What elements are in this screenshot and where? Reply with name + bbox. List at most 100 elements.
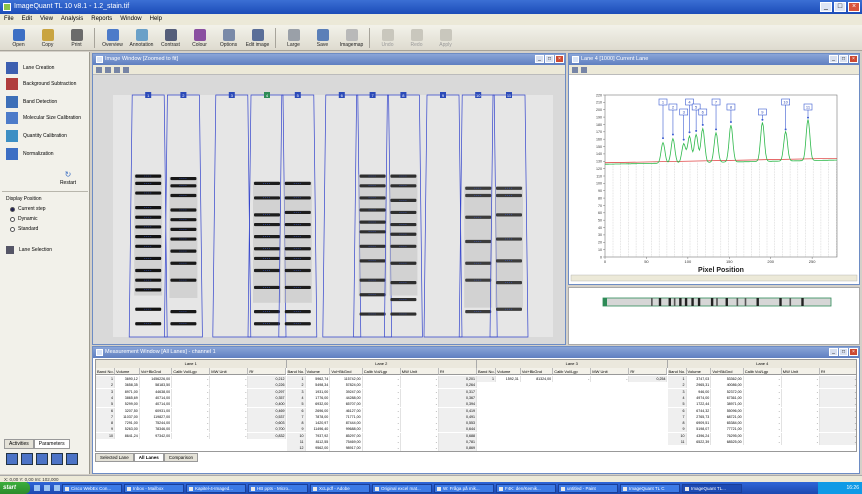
table-cell[interactable]: -	[363, 439, 401, 445]
tab-selected-lane[interactable]: Selected Lane	[95, 453, 134, 462]
column-header[interactable]: Band No.	[667, 368, 687, 375]
export-icon[interactable]	[66, 453, 78, 465]
taskbar-task[interactable]: W: Fråga på mik...	[434, 483, 494, 493]
table-cell[interactable]: 8	[286, 420, 306, 427]
toolbar-button-copy[interactable]: Copy	[33, 25, 62, 51]
column-header[interactable]: Vol+BkGnd	[330, 368, 363, 375]
taskbar-task[interactable]: Cisco WebEx Con...	[62, 483, 122, 493]
quick-launch-icon[interactable]	[44, 485, 50, 491]
menu-file[interactable]: File	[4, 14, 14, 25]
table-cell[interactable]: 11	[286, 439, 306, 445]
image-window-minimize-button[interactable]: _	[535, 55, 544, 63]
lane-profile-window[interactable]: Lane 4 [1000] Current Lane _ □ × 220 210 2…	[568, 53, 860, 285]
table-cell[interactable]: -	[363, 420, 401, 427]
profile-settings-icon[interactable]	[581, 66, 587, 73]
table-cell[interactable]: 9	[286, 426, 306, 433]
table-cell[interactable]: -	[782, 407, 820, 414]
table-cell[interactable]: 6522,39	[687, 439, 712, 445]
table-cell[interactable]: -	[819, 376, 856, 382]
profile-window-maximize-button[interactable]: □	[839, 55, 848, 63]
table-cell[interactable]: 67361,00	[711, 394, 744, 401]
table-cell[interactable]: 46127,00	[330, 407, 363, 414]
table-cell[interactable]: 1	[667, 376, 687, 382]
quick-launch-icon[interactable]	[54, 485, 60, 491]
toolbar-button-large[interactable]: Large	[279, 25, 308, 51]
table-cell[interactable]: 68525,00	[711, 439, 744, 445]
table-cell[interactable]: 6	[667, 407, 687, 414]
lane-strip[interactable]	[569, 288, 859, 344]
table-cell[interactable]: 5263,00	[115, 426, 140, 433]
column-header[interactable]: MW Unit	[591, 368, 630, 375]
table-cell[interactable]: -	[819, 432, 856, 439]
display-option-dynamic[interactable]: Dynamic	[10, 216, 46, 222]
display-option-standard[interactable]: Standard	[10, 226, 46, 232]
table-cell[interactable]: -	[363, 432, 401, 439]
column-header[interactable]: Volume	[496, 368, 521, 375]
table-cell[interactable]: 2	[667, 382, 687, 389]
column-header[interactable]: Vol+BkGnd	[711, 368, 744, 375]
gel-band[interactable]	[284, 210, 311, 215]
taskbar-task[interactable]: ImageQuant TL C	[620, 483, 680, 493]
table-cell[interactable]: 1776,00	[306, 394, 331, 401]
table-cell[interactable]: 0,400	[248, 401, 287, 408]
measurement-window[interactable]: Measurement Window [All Lanes] - channel…	[92, 346, 860, 474]
gel-band[interactable]	[170, 278, 197, 282]
table-cell[interactable]: 1	[96, 376, 116, 382]
table-cell[interactable]: -	[172, 388, 211, 395]
table-cell[interactable]: 6909,51	[687, 420, 712, 427]
measurement-table[interactable]: Lane 1 Band No. Volume Vol+BkGnd Calib Vol/L…	[95, 359, 857, 452]
table-cell[interactable]: -	[401, 401, 439, 408]
column-header[interactable]: Rf	[629, 368, 668, 375]
table-cell[interactable]: 8971,00	[115, 388, 140, 395]
table-cell[interactable]: -	[819, 420, 856, 427]
peak-marker[interactable]	[701, 123, 704, 126]
table-cell[interactable]: 97342,00	[140, 432, 173, 439]
table-cell[interactable]: 0,264	[438, 382, 477, 389]
table-cell[interactable]: 1	[286, 376, 306, 382]
chart-icon[interactable]	[36, 453, 48, 465]
table-cell[interactable]: -	[172, 407, 211, 414]
toolbar-button-colour[interactable]: Colour	[185, 25, 214, 51]
table-cell[interactable]: 7	[96, 413, 116, 420]
radio-button[interactable]	[10, 226, 15, 232]
table-cell[interactable]: 71771,00	[330, 413, 363, 420]
table-cell[interactable]: 1592,31	[496, 376, 521, 382]
image-window-maximize-button[interactable]: □	[545, 55, 554, 63]
report-icon[interactable]	[51, 453, 63, 465]
peak-marker[interactable]	[715, 128, 718, 131]
taskbar-task[interactable]: HB ppts - Micro...	[248, 483, 308, 493]
peak-marker[interactable]	[761, 118, 764, 121]
table-cell[interactable]: -	[363, 426, 401, 433]
table-cell[interactable]: -	[401, 439, 439, 445]
measurement-window-maximize-button[interactable]: □	[839, 348, 848, 356]
table-cell[interactable]: -	[744, 401, 782, 408]
table-cell[interactable]: 4	[286, 394, 306, 401]
peak-marker[interactable]	[688, 131, 691, 134]
table-cell[interactable]: 65384,00	[711, 420, 744, 427]
tab-all-lanes[interactable]: All Lanes	[133, 453, 164, 462]
table-cell[interactable]: 11496,40	[306, 426, 331, 433]
table-cell[interactable]: 1	[477, 376, 497, 382]
radio-button[interactable]	[10, 206, 15, 212]
table-cell[interactable]: -	[210, 432, 249, 439]
gel-band[interactable]	[284, 256, 311, 261]
table-cell[interactable]: 44638,00	[140, 388, 173, 395]
gel-band[interactable]	[170, 227, 197, 231]
table-cell[interactable]: -	[172, 413, 211, 420]
table-cell[interactable]: 40714,00	[140, 401, 173, 408]
column-header[interactable]: Volume	[115, 368, 140, 375]
column-header[interactable]: Band No.	[286, 368, 306, 375]
table-cell[interactable]: 10	[286, 432, 306, 439]
gel-band[interactable]	[284, 285, 311, 290]
table-cell[interactable]: 4396,24	[687, 432, 712, 439]
gel-band[interactable]	[135, 278, 162, 282]
table-cell[interactable]: 115742,00	[330, 376, 363, 382]
table-cell[interactable]: -	[401, 432, 439, 439]
tool-band-detection[interactable]: Band Detection	[6, 96, 88, 108]
column-header[interactable]: Vol+BkGnd	[520, 368, 554, 375]
table-cell[interactable]: 7878,00	[306, 413, 331, 420]
toolbar-button-annotation[interactable]: Annotation	[127, 25, 156, 51]
table-cell[interactable]: 0,869	[438, 445, 477, 451]
lane-strip-handle[interactable]	[603, 298, 607, 306]
table-cell[interactable]: 8	[667, 420, 687, 427]
